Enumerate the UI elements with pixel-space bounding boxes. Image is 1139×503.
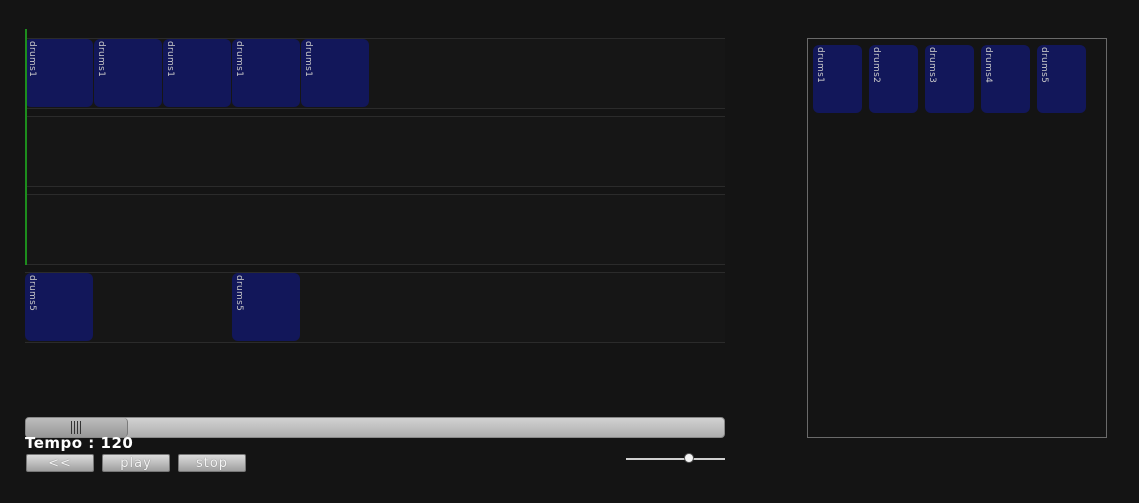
track-clip[interactable]: drums1 <box>25 39 93 107</box>
grip-icon <box>71 421 83 434</box>
track-lane[interactable] <box>25 194 725 265</box>
library-clip[interactable]: drums4 <box>981 45 1030 113</box>
library-clip[interactable]: drums5 <box>1037 45 1086 113</box>
track-timeline: drums1 drums1 drums1 drums1 drums1 drums5 dru… <box>25 38 725 350</box>
clip-label: drums2 <box>871 47 881 84</box>
track-clip[interactable]: drums1 <box>232 39 300 107</box>
clip-label: drums1 <box>165 41 175 78</box>
clip-label: drums1 <box>234 41 244 78</box>
tempo-label: Tempo : 120 <box>25 434 134 452</box>
slider-track <box>626 458 725 460</box>
clip-label: drums3 <box>927 47 937 84</box>
rewind-button[interactable]: << <box>26 454 94 472</box>
clip-label: drums5 <box>234 275 244 312</box>
sequencer-app: drums1 drums1 drums1 drums1 drums1 drums5 dru… <box>0 0 1139 503</box>
volume-slider[interactable] <box>626 452 725 466</box>
track-clip[interactable]: drums1 <box>163 39 231 107</box>
clip-label: drums4 <box>983 47 993 84</box>
stop-button[interactable]: stop <box>178 454 246 472</box>
clip-library-panel: drums1 drums2 drums3 drums4 drums5 <box>807 38 1107 438</box>
clip-label: drums1 <box>27 41 37 78</box>
playhead[interactable] <box>25 29 27 265</box>
library-clip[interactable]: drums2 <box>869 45 918 113</box>
library-clip[interactable]: drums1 <box>813 45 862 113</box>
track-lane[interactable]: drums5 drums5 <box>25 272 725 343</box>
library-clip[interactable]: drums3 <box>925 45 974 113</box>
play-button[interactable]: play <box>102 454 170 472</box>
clip-label: drums1 <box>303 41 313 78</box>
track-lane[interactable]: drums1 drums1 drums1 drums1 drums1 <box>25 38 725 109</box>
track-clip[interactable]: drums5 <box>232 273 300 341</box>
clip-label: drums5 <box>1039 47 1049 84</box>
clip-label: drums1 <box>815 47 825 84</box>
clip-label: drums1 <box>96 41 106 78</box>
clip-label: drums5 <box>27 275 37 312</box>
slider-knob[interactable] <box>684 453 695 463</box>
track-lane[interactable] <box>25 116 725 187</box>
track-clip[interactable]: drums1 <box>301 39 369 107</box>
track-clip[interactable]: drums5 <box>25 273 93 341</box>
track-clip[interactable]: drums1 <box>94 39 162 107</box>
